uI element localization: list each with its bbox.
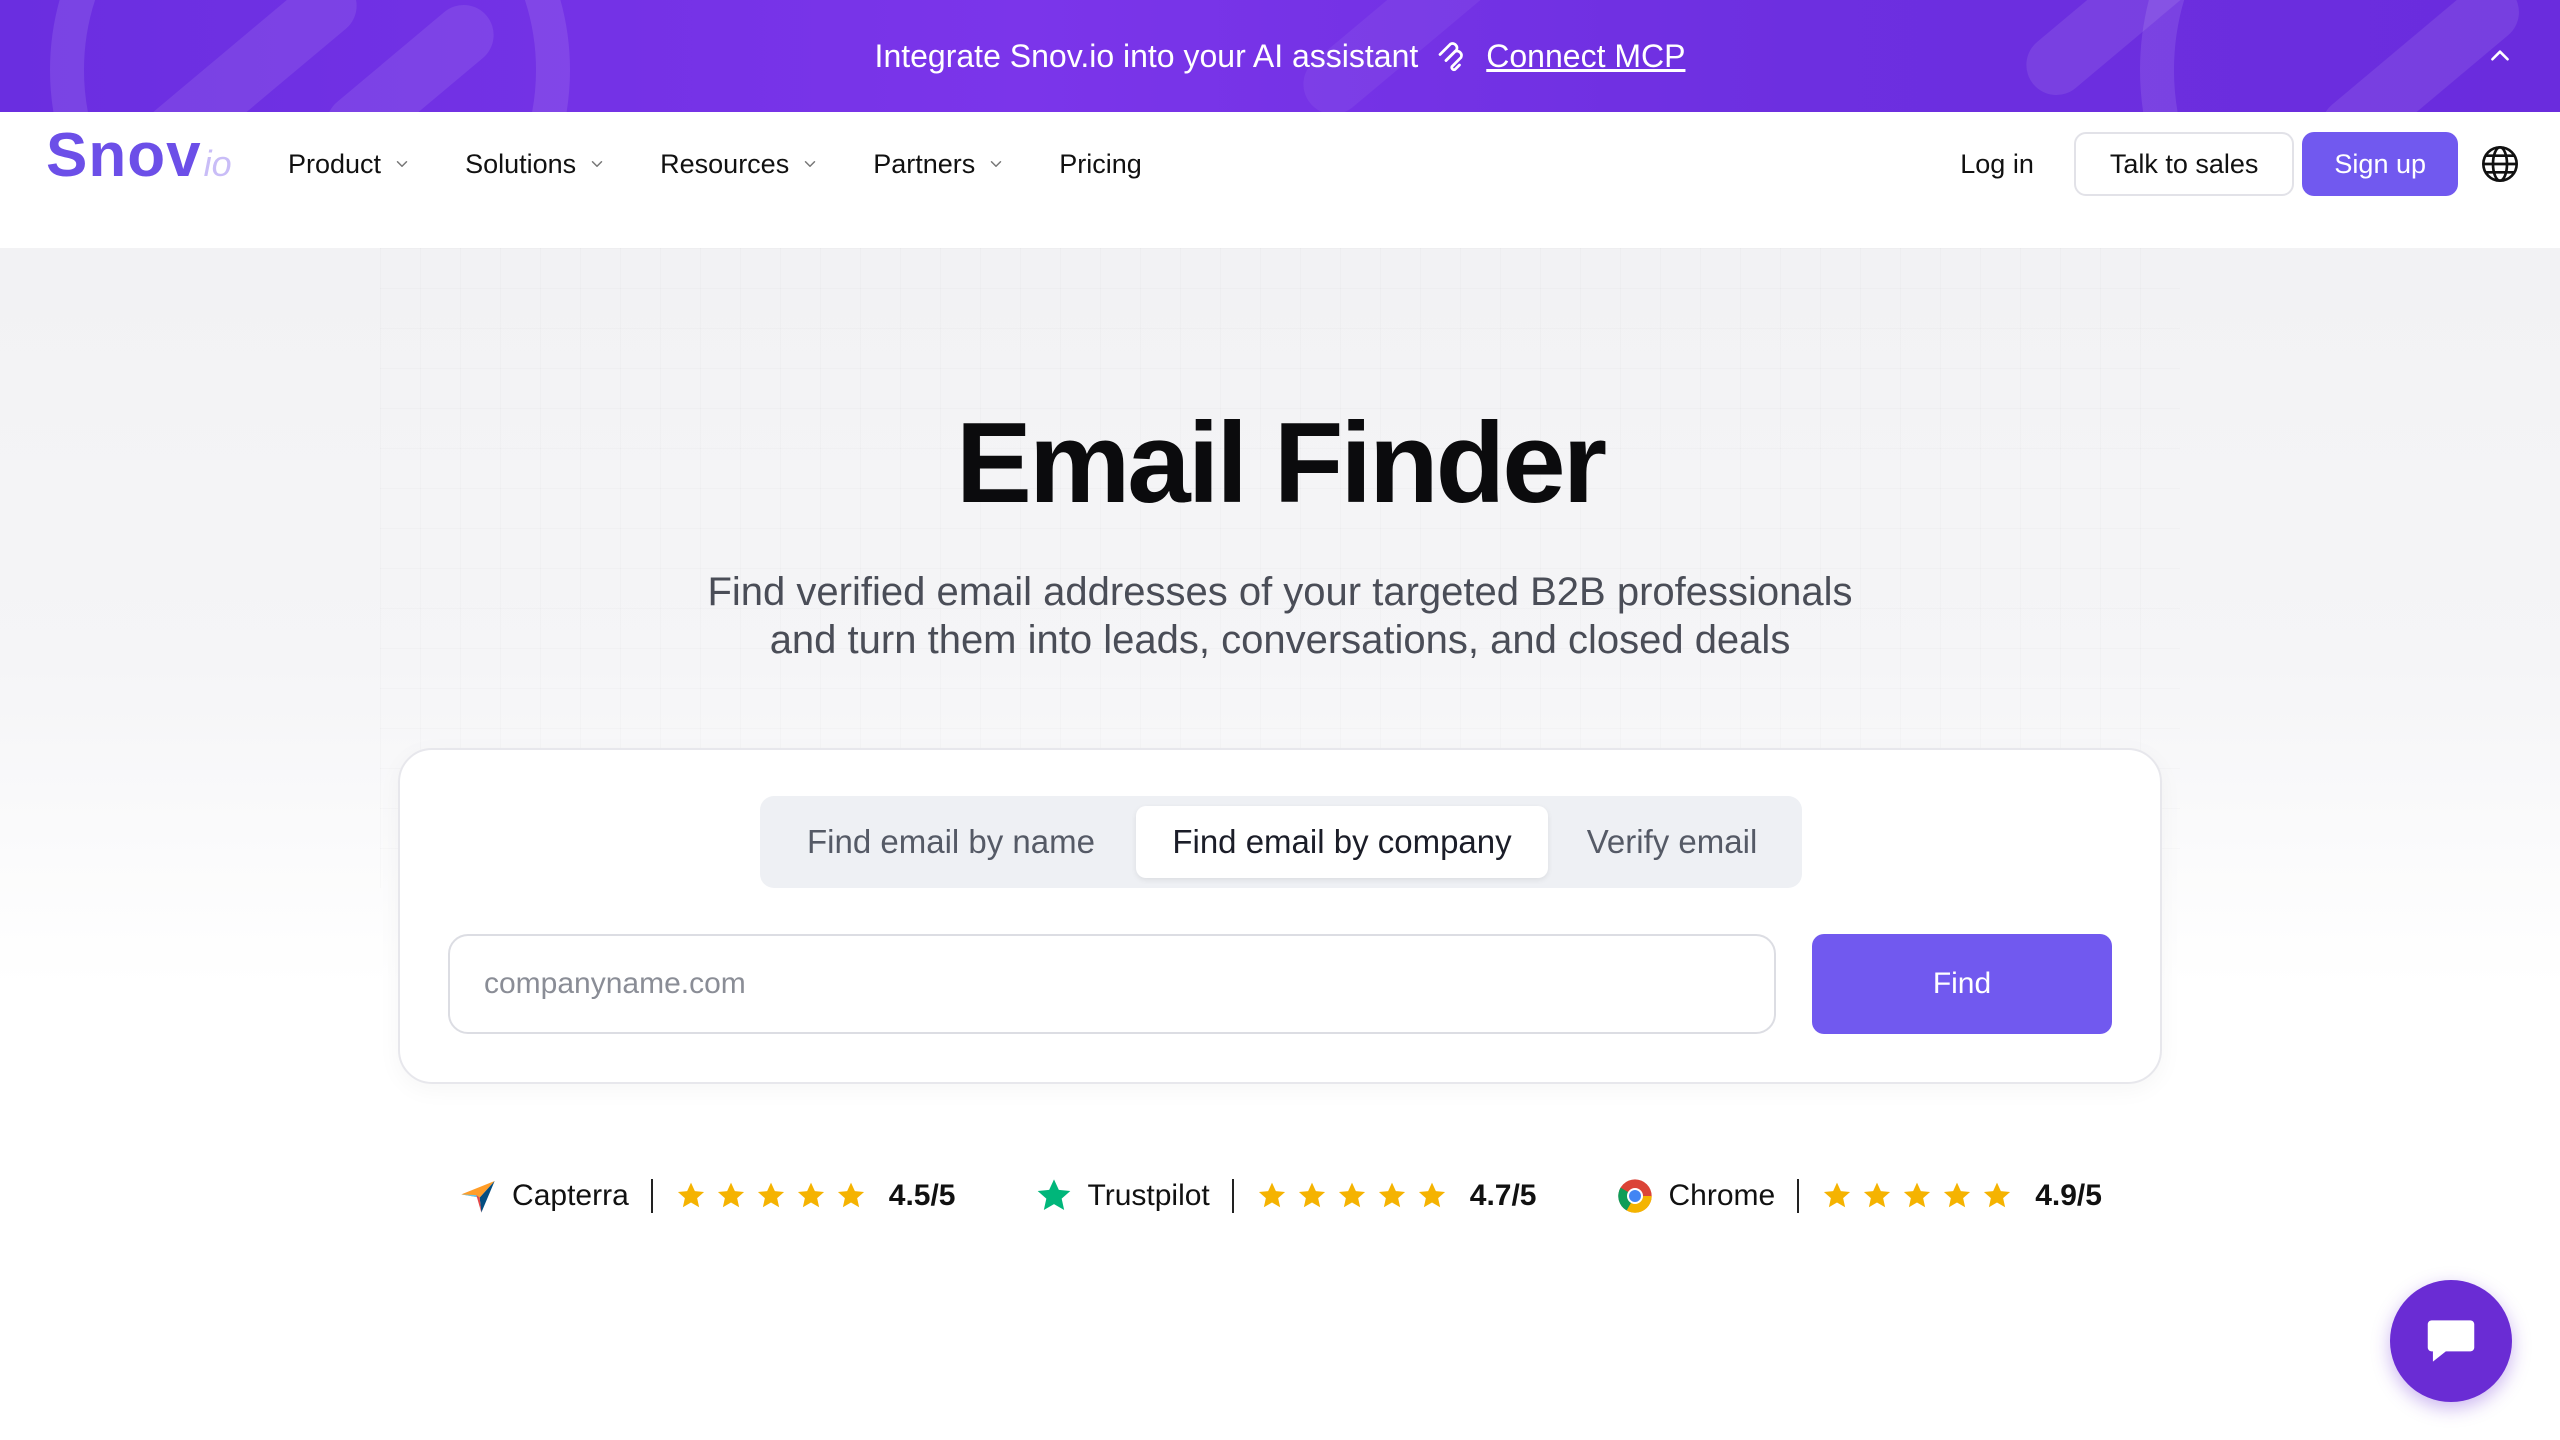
- star-rating: [1821, 1180, 2013, 1212]
- chevron-up-icon: [2491, 50, 2509, 61]
- rating-score: 4.5/5: [888, 1179, 956, 1212]
- nav-menu: Product Solutions Resources Partners Pri…: [288, 132, 1196, 196]
- page-title: Email Finder: [955, 400, 1607, 527]
- chevron-down-icon: [804, 161, 816, 167]
- rating-divider: [1797, 1179, 1800, 1213]
- rating-capterra: Capterra 4.5/5: [458, 1176, 956, 1216]
- announcement-banner: Integrate Snov.io into your AI assistant…: [0, 0, 2560, 112]
- nav-item-label: Product: [288, 148, 382, 179]
- mcp-icon: [1438, 42, 1464, 72]
- star-icon: [677, 1182, 704, 1208]
- star-icon: [1298, 1182, 1325, 1208]
- nav-item-partners[interactable]: Partners: [873, 149, 1005, 180]
- globe-icon[interactable]: [2480, 144, 2520, 184]
- tab-find-by-name[interactable]: Find email by name: [766, 806, 1136, 878]
- chat-bubble-icon: [2427, 1320, 2475, 1362]
- nav-item-label: Solutions: [465, 148, 577, 179]
- talk-to-sales-button[interactable]: Talk to sales: [2073, 132, 2295, 196]
- star-icon: [1824, 1182, 1851, 1208]
- find-button[interactable]: Find: [1812, 934, 2112, 1034]
- star-icon: [1418, 1182, 1445, 1208]
- rating-source: Capterra: [512, 1179, 629, 1212]
- trustpilot-star-icon: [1037, 1179, 1070, 1210]
- banner-collapse-button[interactable]: [2480, 36, 2520, 76]
- login-link[interactable]: Log in: [1960, 149, 2034, 180]
- star-icon: [1378, 1182, 1405, 1208]
- chevron-down-icon: [591, 161, 603, 167]
- nav-item-pricing[interactable]: Pricing: [1059, 149, 1142, 180]
- page-subtitle: Find verified email addresses of your ta…: [0, 568, 2560, 664]
- nav-item-resources[interactable]: Resources: [660, 149, 819, 180]
- connect-mcp-link[interactable]: Connect MCP: [1486, 38, 1685, 75]
- chat-widget-button[interactable]: [2390, 1280, 2512, 1402]
- capterra-icon: [461, 1181, 495, 1213]
- star-icon: [1904, 1182, 1931, 1208]
- snovio-logo[interactable]: Snov io: [46, 120, 232, 210]
- nav-item-label: Pricing: [1059, 148, 1142, 179]
- nav-item-product[interactable]: Product: [288, 149, 411, 180]
- signup-button[interactable]: Sign up: [2302, 132, 2458, 196]
- chevron-down-icon: [396, 161, 408, 167]
- search-card: Find email by name Find email by company…: [398, 748, 2162, 1084]
- star-icon: [1984, 1182, 2011, 1208]
- star-icon: [1258, 1182, 1285, 1208]
- chrome-icon: [1617, 1179, 1652, 1213]
- rating-divider: [1231, 1179, 1234, 1213]
- tab-verify-email[interactable]: Verify email: [1548, 806, 1796, 878]
- rating-source: Trustpilot: [1087, 1179, 1210, 1212]
- ratings-row: Capterra 4.5/5 Trustpilot 4.7/5 Chrome 4…: [0, 1168, 2560, 1224]
- star-icon: [1944, 1182, 1971, 1208]
- star-icon: [717, 1182, 744, 1208]
- rating-trustpilot: Trustpilot 4.7/5: [1034, 1176, 1537, 1216]
- hero-section: Email Finder Find verified email address…: [0, 248, 2560, 1440]
- rating-source: Chrome: [1668, 1179, 1776, 1212]
- rating-chrome: Chrome 4.9/5: [1615, 1176, 2102, 1216]
- company-domain-input[interactable]: [448, 934, 1776, 1034]
- logo-suffix-text: io: [203, 143, 232, 184]
- subtitle-line-2: and turn them into leads, conversations,…: [769, 618, 1791, 662]
- banner-text: Integrate Snov.io into your AI assistant: [874, 37, 1419, 74]
- star-rating: [675, 1180, 867, 1212]
- star-icon: [757, 1182, 784, 1208]
- nav-item-solutions[interactable]: Solutions: [465, 149, 606, 180]
- logo-main-text: Snov: [46, 121, 202, 190]
- star-icon: [837, 1182, 864, 1208]
- nav-item-label: Partners: [873, 148, 976, 179]
- star-icon: [797, 1182, 824, 1208]
- main-navigation: Snov io Product Solutions Resources Part…: [0, 112, 2560, 248]
- star-rating: [1256, 1180, 1448, 1212]
- rating-score: 4.9/5: [2035, 1179, 2102, 1212]
- nav-item-label: Resources: [660, 148, 790, 179]
- search-mode-tabs: Find email by name Find email by company…: [760, 796, 1802, 888]
- nav-actions: Log in Talk to sales Sign up: [1960, 120, 2520, 208]
- rating-divider: [650, 1179, 653, 1213]
- subtitle-line-1: Find verified email addresses of your ta…: [707, 570, 1853, 614]
- rating-score: 4.7/5: [1469, 1179, 1537, 1212]
- tab-find-by-company[interactable]: Find email by company: [1136, 806, 1548, 878]
- star-icon: [1338, 1182, 1365, 1208]
- star-icon: [1864, 1182, 1891, 1208]
- banner-content: Integrate Snov.io into your AI assistant…: [875, 38, 1686, 75]
- chevron-down-icon: [991, 161, 1002, 167]
